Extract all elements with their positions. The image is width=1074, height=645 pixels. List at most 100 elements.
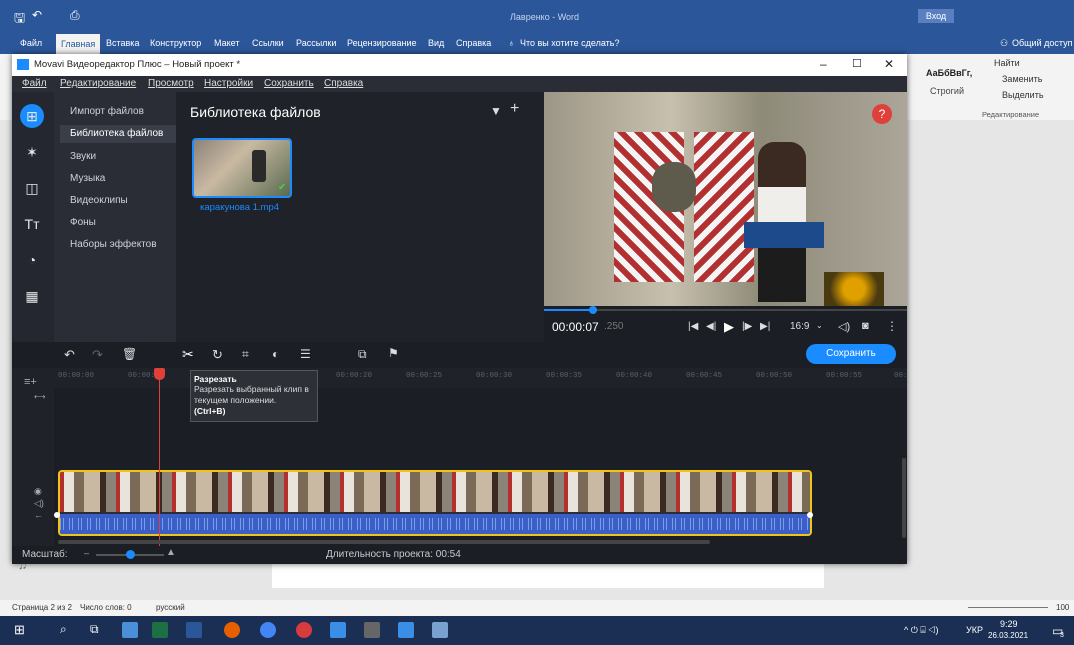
- rotate-icon[interactable]: ↻: [212, 347, 223, 363]
- menu-view[interactable]: Просмотр: [148, 78, 194, 89]
- category-sounds[interactable]: Звуки: [70, 151, 96, 162]
- category-effect-packs[interactable]: Наборы эффектов: [70, 239, 157, 250]
- word-tab-design[interactable]: Конструктор: [150, 38, 201, 48]
- filters-icon[interactable]: ✶: [20, 140, 44, 164]
- crop-icon[interactable]: ⌗: [242, 347, 249, 362]
- photos-icon[interactable]: [432, 622, 448, 638]
- timeline-vertical-scrollbar[interactable]: [902, 458, 906, 538]
- titles-icon[interactable]: Tт: [20, 212, 44, 236]
- minimize-icon[interactable]: –: [820, 57, 827, 71]
- tray-time[interactable]: 9:29: [1000, 619, 1018, 629]
- task-view-icon[interactable]: ⧉: [90, 622, 99, 637]
- word-tell-me[interactable]: Что вы хотите сделать?: [520, 38, 620, 48]
- snapshot-icon[interactable]: ◙: [862, 320, 869, 332]
- link-icon[interactable]: ⟷: [34, 392, 45, 401]
- preview-scrubber-handle[interactable]: [589, 306, 597, 314]
- excel-icon[interactable]: [152, 622, 168, 638]
- movavi-taskbar-icon[interactable]: [330, 622, 346, 638]
- timeline-clip[interactable]: [58, 470, 812, 536]
- word-status-page[interactable]: Страница 2 из 2: [12, 603, 72, 612]
- go-to-end-icon[interactable]: ▶|: [760, 321, 770, 332]
- word-status-words[interactable]: Число слов: 0: [80, 603, 132, 612]
- word-tab-references[interactable]: Ссылки: [252, 38, 284, 48]
- detach-audio-icon[interactable]: ←: [34, 510, 43, 520]
- menu-save[interactable]: Сохранить: [264, 78, 314, 89]
- word-page[interactable]: [272, 560, 824, 588]
- word-undo-icon[interactable]: ↶: [32, 8, 42, 22]
- word-style-name[interactable]: Строгий: [930, 86, 964, 96]
- chevron-down-icon[interactable]: ⌄: [816, 321, 823, 330]
- tray-language[interactable]: УКР: [966, 625, 983, 635]
- chrome-icon[interactable]: [260, 622, 276, 638]
- video-preview[interactable]: ?: [544, 92, 907, 306]
- movavi-editor-taskbar-icon[interactable]: [398, 622, 414, 638]
- transitions-icon[interactable]: ◫: [20, 176, 44, 200]
- word-tab-home[interactable]: Главная: [56, 34, 101, 54]
- playhead-handle[interactable]: [154, 368, 165, 380]
- go-to-start-icon[interactable]: |◀: [688, 321, 698, 332]
- time-ruler[interactable]: 00:00:00 00:00:05 00:00:20 00:00:25 00:0…: [54, 368, 908, 388]
- category-library[interactable]: Библиотека файлов: [60, 125, 180, 143]
- overlay-icon[interactable]: ⧉: [358, 347, 367, 362]
- search-icon[interactable]: ⌕: [60, 622, 67, 637]
- word-zoom-slider[interactable]: [968, 607, 1048, 608]
- stickers-icon[interactable]: ◔: [20, 248, 44, 272]
- color-adjust-icon[interactable]: ◐: [272, 347, 279, 361]
- zoom-slider-handle[interactable]: [126, 550, 135, 559]
- word-status-language[interactable]: русский: [156, 603, 185, 612]
- add-icon[interactable]: +: [510, 100, 519, 118]
- firefox-icon[interactable]: [224, 622, 240, 638]
- more-options-icon[interactable]: ⋮: [886, 319, 898, 333]
- more-tools-icon[interactable]: ▦: [20, 284, 44, 308]
- network-app-icon[interactable]: [364, 622, 380, 638]
- category-backgrounds[interactable]: Фоны: [70, 217, 96, 228]
- menu-file[interactable]: Файл: [22, 78, 47, 89]
- redo-icon[interactable]: ↷: [92, 347, 103, 363]
- save-button[interactable]: Сохранить: [806, 344, 896, 364]
- word-find-button[interactable]: Найти: [994, 58, 1020, 68]
- menu-settings[interactable]: Настройки: [204, 78, 253, 89]
- import-icon[interactable]: ⊞: [20, 104, 44, 128]
- close-icon[interactable]: ✕: [884, 57, 894, 71]
- word-save-icon[interactable]: 🖫: [14, 9, 25, 31]
- word-tab-help[interactable]: Справка: [456, 38, 491, 48]
- category-music[interactable]: Музыка: [70, 173, 105, 184]
- cut-icon[interactable]: ✂: [182, 346, 194, 363]
- zoom-in-icon[interactable]: ▲: [166, 547, 176, 558]
- visibility-icon[interactable]: ◉: [34, 486, 42, 497]
- word-icon[interactable]: [186, 622, 202, 638]
- filter-icon[interactable]: ▼: [490, 104, 502, 118]
- add-track-icon[interactable]: ≡+: [24, 376, 37, 388]
- timeline-horizontal-scrollbar[interactable]: [58, 540, 710, 544]
- play-icon[interactable]: ▶: [724, 319, 734, 335]
- video-mute-icon[interactable]: ◁): [34, 498, 44, 509]
- word-tab-view[interactable]: Вид: [428, 38, 444, 48]
- help-button[interactable]: ?: [872, 104, 892, 124]
- clip-properties-icon[interactable]: ☰: [300, 347, 311, 361]
- word-share-button[interactable]: Общий доступ: [1012, 38, 1072, 48]
- tray-icons[interactable]: ^ ⏻ ⌸ ◁): [904, 625, 938, 636]
- previous-frame-icon[interactable]: ◀|: [706, 321, 716, 332]
- word-tab-mailings[interactable]: Рассылки: [296, 38, 336, 48]
- clip-filename[interactable]: каракунова 1.mp4: [200, 202, 279, 213]
- clip-volume-handle-left[interactable]: [54, 512, 60, 518]
- zoom-out-icon[interactable]: –: [84, 548, 89, 558]
- clip-thumbnail[interactable]: ✔: [192, 138, 292, 198]
- file-explorer-icon[interactable]: [122, 622, 138, 638]
- undo-icon[interactable]: ↶: [64, 347, 75, 363]
- word-tab-insert[interactable]: Вставка: [106, 38, 139, 48]
- windows-start-icon[interactable]: ⊞: [14, 622, 25, 638]
- word-tab-layout[interactable]: Макет: [214, 38, 239, 48]
- category-videoclips[interactable]: Видеоклипы: [70, 195, 128, 206]
- word-tab-review[interactable]: Рецензирование: [347, 38, 417, 48]
- word-status-zoom[interactable]: 100: [1056, 603, 1069, 612]
- next-frame-icon[interactable]: |▶: [742, 321, 752, 332]
- volume-icon[interactable]: ◁): [838, 320, 850, 333]
- word-select-button[interactable]: Выделить: [1002, 90, 1044, 100]
- category-import[interactable]: Импорт файлов: [70, 106, 144, 117]
- word-print-preview-icon[interactable]: ⎙: [70, 8, 80, 23]
- marker-flag-icon[interactable]: ⚑: [388, 346, 399, 360]
- tray-date[interactable]: 26.03.2021: [988, 631, 1028, 640]
- word-replace-button[interactable]: Заменить: [1002, 74, 1042, 84]
- word-style-preview[interactable]: АаБбВвГг,: [926, 68, 972, 78]
